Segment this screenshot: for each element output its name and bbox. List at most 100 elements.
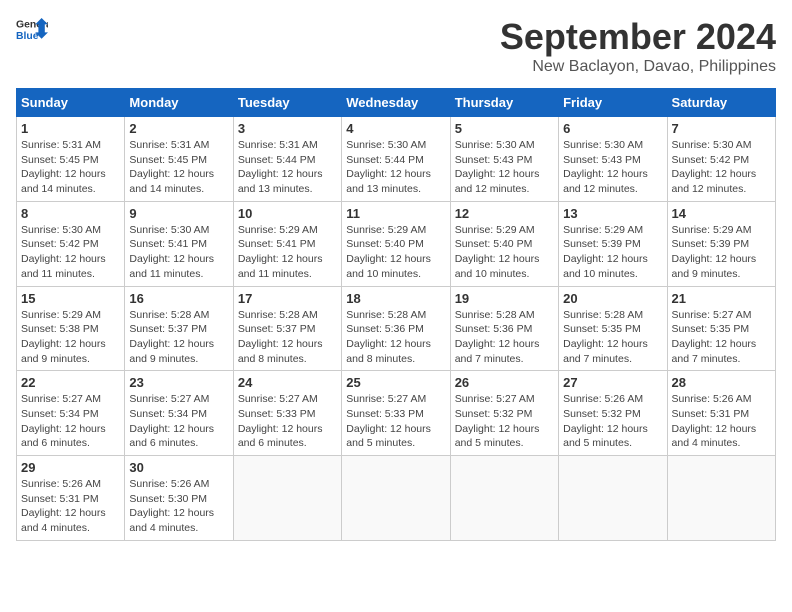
day-number: 28 (672, 375, 771, 390)
day-info: Sunrise: 5:28 AM Sunset: 5:37 PM Dayligh… (238, 308, 337, 367)
day-number: 2 (129, 121, 228, 136)
table-row: 2 Sunrise: 5:31 AM Sunset: 5:45 PM Dayli… (125, 117, 233, 202)
day-info: Sunrise: 5:27 AM Sunset: 5:32 PM Dayligh… (455, 392, 554, 451)
logo: General Blue (16, 16, 48, 44)
table-row: 17 Sunrise: 5:28 AM Sunset: 5:37 PM Dayl… (233, 286, 341, 371)
day-info: Sunrise: 5:27 AM Sunset: 5:34 PM Dayligh… (129, 392, 228, 451)
table-row: 30 Sunrise: 5:26 AM Sunset: 5:30 PM Dayl… (125, 456, 233, 541)
table-row: 26 Sunrise: 5:27 AM Sunset: 5:32 PM Dayl… (450, 371, 558, 456)
location: New Baclayon, Davao, Philippines (500, 58, 776, 76)
day-number: 18 (346, 291, 445, 306)
day-info: Sunrise: 5:30 AM Sunset: 5:43 PM Dayligh… (455, 138, 554, 197)
day-info: Sunrise: 5:29 AM Sunset: 5:41 PM Dayligh… (238, 223, 337, 282)
table-row: 16 Sunrise: 5:28 AM Sunset: 5:37 PM Dayl… (125, 286, 233, 371)
day-number: 17 (238, 291, 337, 306)
day-info: Sunrise: 5:28 AM Sunset: 5:36 PM Dayligh… (346, 308, 445, 367)
day-number: 1 (21, 121, 120, 136)
table-row: 12 Sunrise: 5:29 AM Sunset: 5:40 PM Dayl… (450, 201, 558, 286)
day-info: Sunrise: 5:29 AM Sunset: 5:38 PM Dayligh… (21, 308, 120, 367)
day-info: Sunrise: 5:29 AM Sunset: 5:39 PM Dayligh… (672, 223, 771, 282)
day-info: Sunrise: 5:31 AM Sunset: 5:45 PM Dayligh… (129, 138, 228, 197)
day-number: 16 (129, 291, 228, 306)
day-info: Sunrise: 5:28 AM Sunset: 5:36 PM Dayligh… (455, 308, 554, 367)
day-number: 11 (346, 206, 445, 221)
day-number: 6 (563, 121, 662, 136)
col-tuesday: Tuesday (233, 89, 341, 117)
table-row: 7 Sunrise: 5:30 AM Sunset: 5:42 PM Dayli… (667, 117, 775, 202)
table-row: 23 Sunrise: 5:27 AM Sunset: 5:34 PM Dayl… (125, 371, 233, 456)
day-number: 13 (563, 206, 662, 221)
table-row: 20 Sunrise: 5:28 AM Sunset: 5:35 PM Dayl… (559, 286, 667, 371)
title-area: September 2024 New Baclayon, Davao, Phil… (500, 16, 776, 76)
day-number: 23 (129, 375, 228, 390)
calendar-row: 8 Sunrise: 5:30 AM Sunset: 5:42 PM Dayli… (17, 201, 776, 286)
col-saturday: Saturday (667, 89, 775, 117)
calendar-table: Sunday Monday Tuesday Wednesday Thursday… (16, 88, 776, 541)
day-number: 10 (238, 206, 337, 221)
day-info: Sunrise: 5:31 AM Sunset: 5:44 PM Dayligh… (238, 138, 337, 197)
day-number: 29 (21, 460, 120, 475)
day-info: Sunrise: 5:29 AM Sunset: 5:39 PM Dayligh… (563, 223, 662, 282)
table-row: 24 Sunrise: 5:27 AM Sunset: 5:33 PM Dayl… (233, 371, 341, 456)
day-info: Sunrise: 5:30 AM Sunset: 5:44 PM Dayligh… (346, 138, 445, 197)
day-info: Sunrise: 5:31 AM Sunset: 5:45 PM Dayligh… (21, 138, 120, 197)
header-row: Sunday Monday Tuesday Wednesday Thursday… (17, 89, 776, 117)
day-number: 24 (238, 375, 337, 390)
day-number: 12 (455, 206, 554, 221)
day-number: 14 (672, 206, 771, 221)
table-row (342, 456, 450, 541)
day-number: 22 (21, 375, 120, 390)
day-number: 19 (455, 291, 554, 306)
day-info: Sunrise: 5:26 AM Sunset: 5:32 PM Dayligh… (563, 392, 662, 451)
table-row: 11 Sunrise: 5:29 AM Sunset: 5:40 PM Dayl… (342, 201, 450, 286)
calendar-row: 1 Sunrise: 5:31 AM Sunset: 5:45 PM Dayli… (17, 117, 776, 202)
day-number: 26 (455, 375, 554, 390)
table-row: 25 Sunrise: 5:27 AM Sunset: 5:33 PM Dayl… (342, 371, 450, 456)
table-row: 13 Sunrise: 5:29 AM Sunset: 5:39 PM Dayl… (559, 201, 667, 286)
table-row: 28 Sunrise: 5:26 AM Sunset: 5:31 PM Dayl… (667, 371, 775, 456)
day-info: Sunrise: 5:27 AM Sunset: 5:33 PM Dayligh… (346, 392, 445, 451)
table-row: 21 Sunrise: 5:27 AM Sunset: 5:35 PM Dayl… (667, 286, 775, 371)
day-number: 5 (455, 121, 554, 136)
day-number: 9 (129, 206, 228, 221)
table-row: 15 Sunrise: 5:29 AM Sunset: 5:38 PM Dayl… (17, 286, 125, 371)
table-row: 3 Sunrise: 5:31 AM Sunset: 5:44 PM Dayli… (233, 117, 341, 202)
table-row: 1 Sunrise: 5:31 AM Sunset: 5:45 PM Dayli… (17, 117, 125, 202)
day-info: Sunrise: 5:30 AM Sunset: 5:42 PM Dayligh… (672, 138, 771, 197)
day-number: 30 (129, 460, 228, 475)
day-number: 25 (346, 375, 445, 390)
table-row: 18 Sunrise: 5:28 AM Sunset: 5:36 PM Dayl… (342, 286, 450, 371)
day-info: Sunrise: 5:30 AM Sunset: 5:41 PM Dayligh… (129, 223, 228, 282)
calendar-row: 15 Sunrise: 5:29 AM Sunset: 5:38 PM Dayl… (17, 286, 776, 371)
table-row: 8 Sunrise: 5:30 AM Sunset: 5:42 PM Dayli… (17, 201, 125, 286)
day-info: Sunrise: 5:30 AM Sunset: 5:42 PM Dayligh… (21, 223, 120, 282)
table-row: 14 Sunrise: 5:29 AM Sunset: 5:39 PM Dayl… (667, 201, 775, 286)
month-title: September 2024 (500, 16, 776, 58)
day-number: 7 (672, 121, 771, 136)
day-info: Sunrise: 5:28 AM Sunset: 5:35 PM Dayligh… (563, 308, 662, 367)
logo-icon: General Blue (16, 16, 48, 44)
table-row: 5 Sunrise: 5:30 AM Sunset: 5:43 PM Dayli… (450, 117, 558, 202)
day-info: Sunrise: 5:27 AM Sunset: 5:33 PM Dayligh… (238, 392, 337, 451)
day-info: Sunrise: 5:28 AM Sunset: 5:37 PM Dayligh… (129, 308, 228, 367)
day-number: 27 (563, 375, 662, 390)
day-info: Sunrise: 5:27 AM Sunset: 5:35 PM Dayligh… (672, 308, 771, 367)
calendar-row: 29 Sunrise: 5:26 AM Sunset: 5:31 PM Dayl… (17, 456, 776, 541)
col-wednesday: Wednesday (342, 89, 450, 117)
col-monday: Monday (125, 89, 233, 117)
table-row: 4 Sunrise: 5:30 AM Sunset: 5:44 PM Dayli… (342, 117, 450, 202)
day-number: 20 (563, 291, 662, 306)
col-friday: Friday (559, 89, 667, 117)
table-row: 19 Sunrise: 5:28 AM Sunset: 5:36 PM Dayl… (450, 286, 558, 371)
day-number: 4 (346, 121, 445, 136)
day-info: Sunrise: 5:29 AM Sunset: 5:40 PM Dayligh… (455, 223, 554, 282)
table-row: 22 Sunrise: 5:27 AM Sunset: 5:34 PM Dayl… (17, 371, 125, 456)
day-info: Sunrise: 5:30 AM Sunset: 5:43 PM Dayligh… (563, 138, 662, 197)
table-row: 6 Sunrise: 5:30 AM Sunset: 5:43 PM Dayli… (559, 117, 667, 202)
day-info: Sunrise: 5:26 AM Sunset: 5:31 PM Dayligh… (21, 477, 120, 536)
day-info: Sunrise: 5:27 AM Sunset: 5:34 PM Dayligh… (21, 392, 120, 451)
page-header: General Blue September 2024 New Baclayon… (16, 16, 776, 76)
table-row: 29 Sunrise: 5:26 AM Sunset: 5:31 PM Dayl… (17, 456, 125, 541)
col-thursday: Thursday (450, 89, 558, 117)
table-row: 9 Sunrise: 5:30 AM Sunset: 5:41 PM Dayli… (125, 201, 233, 286)
